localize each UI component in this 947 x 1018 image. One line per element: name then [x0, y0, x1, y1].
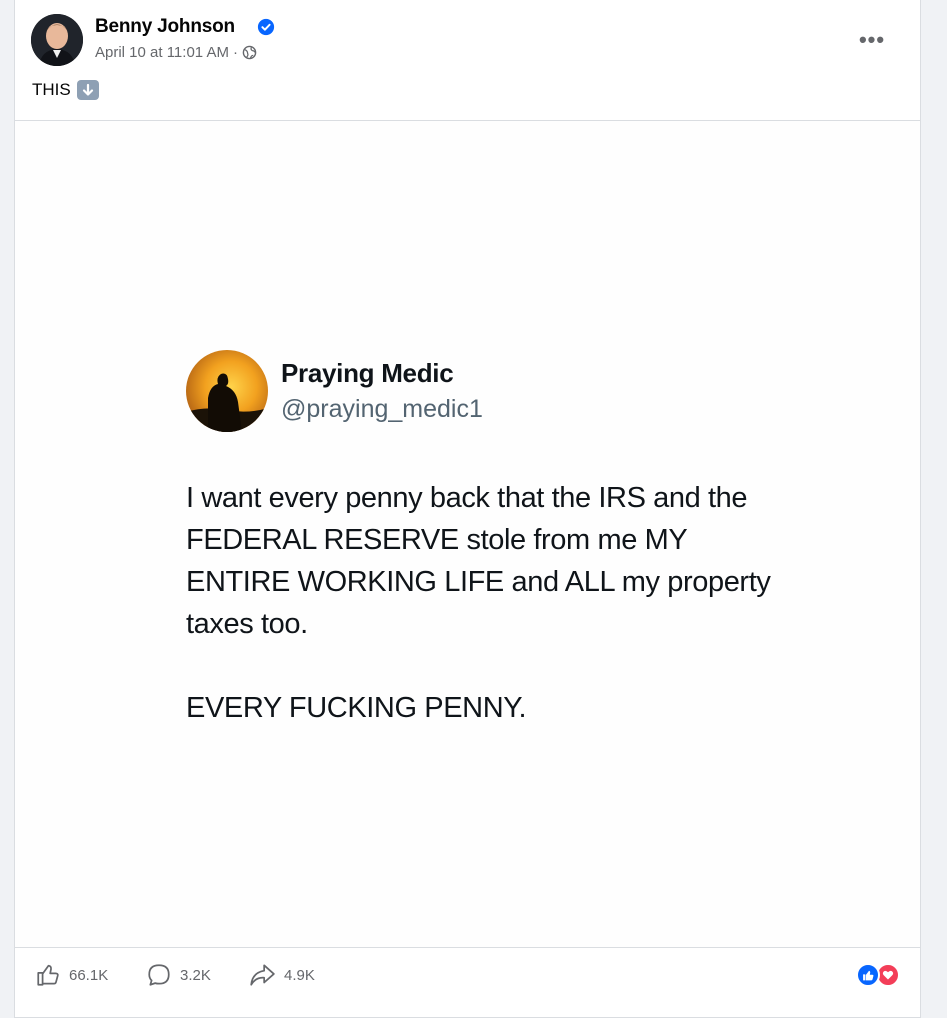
tweet-avatar [186, 350, 268, 432]
comment-count: 3.2K [180, 966, 211, 984]
globe-icon[interactable] [242, 45, 257, 60]
post-image[interactable]: Praying Medic @praying_medic1 I want eve… [15, 121, 920, 947]
comment-icon [148, 964, 170, 986]
thumbs-up-icon [37, 964, 59, 986]
post-header: Benny Johnson April 10 at 11:01 AM · ••• [31, 14, 904, 70]
post-footer: 66.1K 3.2K 4.9K [15, 948, 920, 1018]
tweet-paragraph: EVERY FUCKING PENNY. [186, 692, 527, 724]
post-text: THIS [32, 80, 99, 100]
share-button[interactable]: 4.9K [248, 960, 315, 990]
tweet-body: I want every penny back that the IRS and… [186, 477, 786, 729]
post-timestamp[interactable]: April 10 at 11:01 AM [95, 44, 229, 61]
like-button[interactable]: 66.1K [35, 960, 108, 990]
comment-button[interactable]: 3.2K [146, 960, 211, 990]
reaction-summary[interactable] [856, 963, 904, 987]
share-icon [250, 964, 275, 986]
tweet-author-name: Praying Medic [281, 358, 454, 388]
author-avatar[interactable] [31, 14, 83, 66]
post-meta: April 10 at 11:01 AM · [95, 44, 257, 61]
more-horizontal-icon: ••• [858, 27, 886, 52]
share-count: 4.9K [284, 966, 315, 984]
like-reaction-icon [856, 963, 880, 987]
more-options-button[interactable]: ••• [854, 26, 890, 54]
down-arrow-emoji [76, 80, 99, 100]
post-text-content: THIS [32, 80, 71, 99]
verified-badge-icon [257, 18, 275, 36]
like-count: 66.1K [69, 966, 109, 984]
post-card: Benny Johnson April 10 at 11:01 AM · •••… [14, 0, 921, 1018]
author-name[interactable]: Benny Johnson [95, 16, 235, 38]
tweet-author-handle: @praying_medic1 [281, 395, 483, 423]
tweet-paragraph: I want every penny back that the IRS and… [186, 482, 771, 640]
meta-separator: · [232, 44, 238, 61]
